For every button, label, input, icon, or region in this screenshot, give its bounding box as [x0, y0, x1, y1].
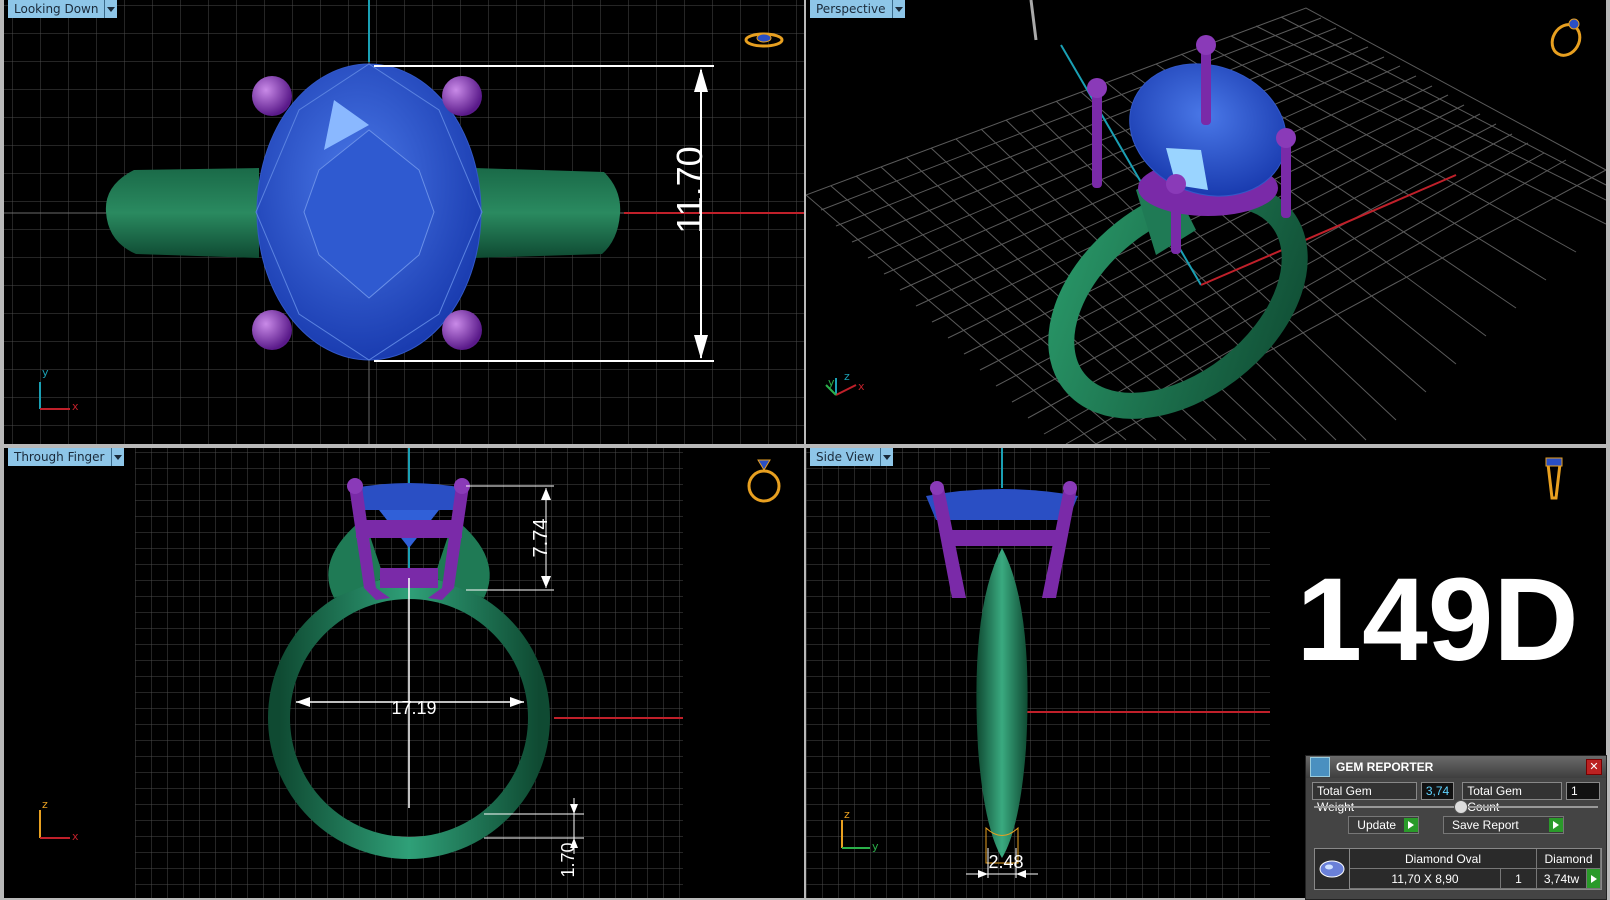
viewport-menu-side-view[interactable]: Side View [810, 448, 894, 466]
perspective-canvas [806, 0, 1606, 444]
axis-label-x: x [858, 380, 865, 393]
band-right [474, 168, 621, 258]
dimension-label: 11.70 [669, 146, 710, 234]
dimension-label-shank: 1.70 [558, 842, 578, 878]
update-button-label: Update [1357, 818, 1396, 832]
gallery [356, 520, 462, 538]
through-finger-canvas [39, 448, 781, 898]
gem-count: 1 [1501, 869, 1537, 889]
update-button[interactable]: Update [1348, 816, 1419, 834]
axis-label-x: x [72, 400, 79, 413]
axis-label-z: z [844, 808, 850, 821]
play-icon [1404, 818, 1418, 832]
total-count-label: Total Gem Count [1462, 782, 1562, 814]
total-weight-label: Total Gem Weight [1312, 782, 1417, 814]
close-icon[interactable]: ✕ [1586, 759, 1602, 775]
total-weight-value: 3,74 [1420, 782, 1455, 800]
gem-row-play-button[interactable] [1587, 869, 1601, 889]
slider-handle[interactable] [1454, 800, 1468, 814]
gem-weight: 3,74tw [1537, 869, 1587, 889]
chevron-down-icon[interactable] [110, 448, 124, 466]
chevron-down-icon[interactable] [891, 0, 905, 18]
total-count-value: 1 [1566, 782, 1600, 800]
gem-reporter-title: GEM REPORTER [1336, 760, 1434, 774]
axis-label-y: y [828, 376, 835, 389]
gem-type: Diamond [1537, 849, 1601, 869]
prong [442, 76, 482, 116]
axis-label-z: z [844, 370, 850, 383]
gem-reporter-logo-icon [1310, 757, 1330, 777]
model-code: 149D [1296, 554, 1579, 686]
viewport-through-finger[interactable]: Through Finger 7.74 17.19 1.70 z x [4, 448, 804, 898]
viewport-menu-through-finger[interactable]: Through Finger [8, 448, 124, 466]
prong [252, 310, 292, 350]
gem-name: Diamond Oval [1350, 849, 1537, 869]
viewport-looking-down[interactable]: Looking Down 11.70 y x [4, 0, 804, 444]
band-left [105, 168, 259, 258]
viewport-menu-looking-down[interactable]: Looking Down [8, 0, 118, 18]
axis-label-y: y [42, 366, 49, 379]
gem-size-slider[interactable] [1314, 800, 1598, 814]
dimension-label-shank: 2.48 [988, 852, 1024, 872]
ring-side-icon [1545, 457, 1563, 500]
viewport-label: Side View [810, 448, 881, 466]
axis-label-z: z [42, 798, 48, 811]
gem-reporter-panel[interactable]: GEM REPORTER ✕ Total Gem Weight 3,74 Tot… [1305, 755, 1607, 900]
prong [252, 76, 292, 116]
prong [442, 310, 482, 350]
viewport-menu-perspective[interactable]: Perspective [810, 0, 905, 18]
viewport-label: Through Finger [8, 448, 111, 466]
dimension-label-height: 7.74 [530, 518, 552, 558]
viewport-label: Perspective [810, 0, 892, 18]
gallery [944, 530, 1060, 546]
save-report-label: Save Report [1452, 818, 1519, 832]
oval-gem-icon [1315, 849, 1350, 889]
axis-label-x: x [72, 830, 79, 843]
viewport-label: Looking Down [8, 0, 105, 18]
axis-label-y: y [872, 840, 879, 853]
ring-perspective-icon [1550, 18, 1582, 57]
gem-size: 11,70 X 8,90 [1350, 869, 1501, 889]
save-report-button[interactable]: Save Report [1443, 816, 1564, 834]
gem-reporter-titlebar[interactable]: GEM REPORTER ✕ [1306, 756, 1606, 778]
play-icon [1548, 818, 1563, 832]
chevron-down-icon[interactable] [880, 448, 894, 466]
viewport-perspective[interactable]: Perspective z y x [806, 0, 1606, 444]
gem-profile [354, 483, 464, 510]
dimension-label-width: 17.19 [391, 698, 437, 718]
chevron-down-icon[interactable] [104, 0, 118, 18]
ring-front-icon [747, 459, 781, 503]
gem-list-row[interactable]: Diamond Oval Diamond 11,70 X 8,90 1 3,74… [1314, 848, 1602, 890]
